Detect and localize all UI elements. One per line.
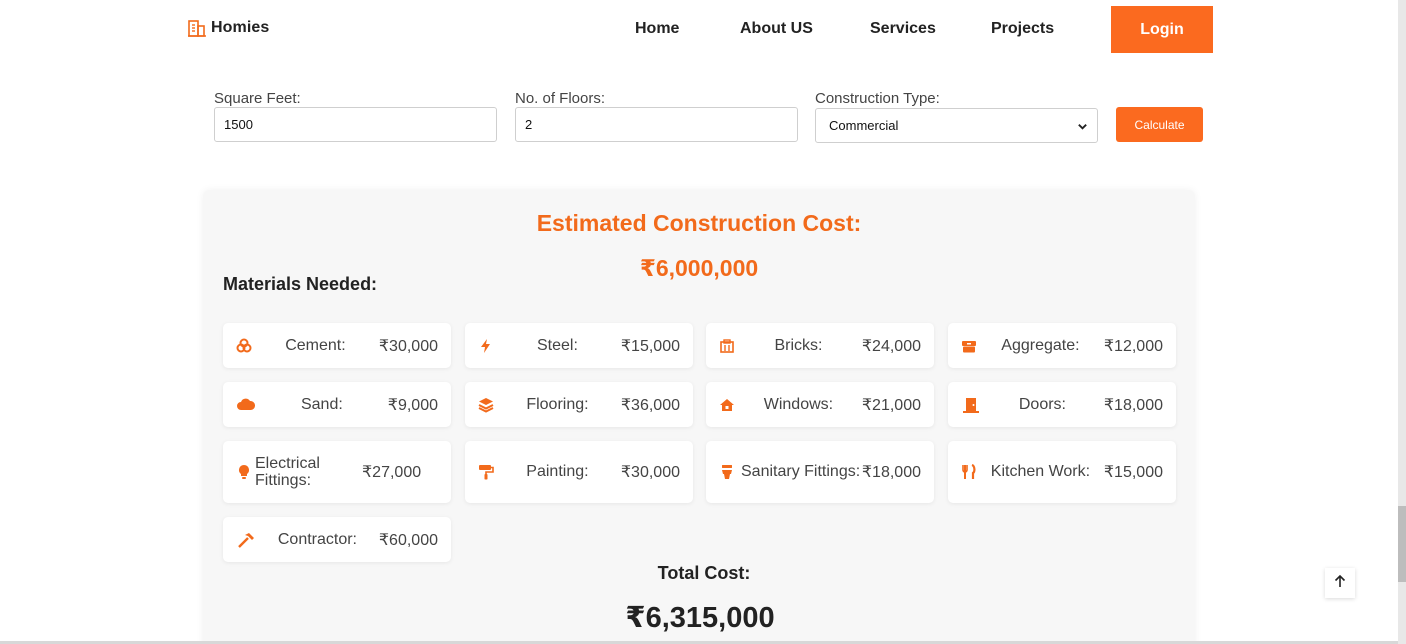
material-card-kitchen-work: Kitchen Work: ₹15,000: [948, 441, 1176, 503]
arrow-up-icon: [1333, 574, 1347, 593]
estimated-cost-title: Estimated Construction Cost:: [536, 210, 862, 236]
material-value: ₹15,000: [620, 337, 680, 355]
brand-name: Homies: [211, 19, 270, 36]
material-label: Sand:: [300, 395, 343, 413]
cubes-icon: [236, 338, 252, 354]
material-label: Aggregate:: [1001, 336, 1080, 354]
navbar: Homies Home About US Services Projects L…: [0, 0, 1398, 58]
page: Homies Home About US Services Projects L…: [0, 0, 1406, 644]
material-value: ₹36,000: [620, 396, 680, 414]
door-icon: [961, 397, 981, 413]
material-value: ₹15,000: [1103, 464, 1163, 481]
square-feet-label: Square Feet:: [214, 90, 301, 107]
material-card-painting: Painting: ₹30,000: [465, 441, 693, 503]
toilet-icon: [719, 464, 735, 480]
material-label: Contractor:: [277, 530, 357, 548]
scroll-to-top-button[interactable]: [1325, 568, 1355, 598]
material-card-contractor: Contractor: ₹60,000: [223, 517, 451, 562]
material-card-steel: Steel: ₹15,000: [465, 323, 693, 368]
material-label: Flooring:: [526, 395, 589, 413]
material-card-flooring: Flooring: ₹36,000: [465, 382, 693, 427]
cloud-icon: [236, 397, 256, 413]
material-label: Doors:: [1018, 395, 1066, 413]
material-card-bricks: Bricks: ₹24,000: [706, 323, 934, 368]
nav-services[interactable]: Services: [870, 20, 936, 38]
layers-icon: [478, 397, 494, 413]
calculate-button[interactable]: Calculate: [1116, 107, 1203, 142]
material-card-cement: Cement: ₹30,000: [223, 323, 451, 368]
box-icon: [961, 338, 977, 354]
material-value: ₹27,000: [362, 464, 422, 481]
login-button[interactable]: Login: [1111, 6, 1213, 53]
material-label: Electrical Fittings:: [255, 455, 320, 489]
nav-home[interactable]: Home: [635, 20, 679, 38]
material-label: Windows:: [763, 395, 834, 413]
material-card-sand: Sand: ₹9,000: [223, 382, 451, 427]
square-feet-value: 1500: [224, 117, 253, 132]
hammer-icon: [236, 532, 256, 548]
building-icon: [719, 338, 735, 354]
material-value: ₹30,000: [378, 337, 438, 355]
house-icon: [719, 397, 735, 413]
paint-roller-icon: [478, 464, 494, 480]
construction-type-value: Commercial: [829, 118, 899, 133]
material-value: ₹30,000: [620, 464, 680, 481]
nav-projects[interactable]: Projects: [991, 20, 1054, 38]
material-card-windows: Windows: ₹21,000: [706, 382, 934, 427]
material-label: Cement:: [285, 336, 346, 354]
materials-title: Materials Needed:: [223, 274, 378, 294]
material-label: Kitchen Work:: [990, 463, 1091, 480]
estimated-cost-value: ₹6,000,000: [639, 255, 759, 281]
material-value: ₹9,000: [387, 396, 438, 414]
nav-about-us[interactable]: About US: [740, 20, 813, 38]
material-label: Sanitary Fittings:: [741, 463, 861, 480]
material-card-aggregate: Aggregate: ₹12,000: [948, 323, 1176, 368]
material-value: ₹21,000: [861, 396, 921, 414]
brand-logo[interactable]: Homies: [187, 18, 269, 38]
material-card-doors: Doors: ₹18,000: [948, 382, 1176, 427]
material-label: Steel:: [536, 336, 578, 354]
material-value: ₹60,000: [378, 531, 438, 549]
bolt-icon: [478, 338, 494, 354]
lightbulb-icon: [236, 464, 252, 480]
utensils-icon: [961, 464, 977, 480]
building-icon: [187, 18, 207, 38]
material-label: Bricks:: [774, 336, 823, 354]
square-feet-input[interactable]: 1500: [214, 107, 497, 142]
material-card-sanitary-fittings: Sanitary Fittings: ₹18,000: [706, 441, 934, 503]
page-scrollbar[interactable]: [1398, 0, 1406, 644]
floors-input[interactable]: 2: [515, 107, 798, 142]
scrollbar-thumb[interactable]: [1398, 506, 1406, 582]
construction-type-select[interactable]: Commercial: [815, 108, 1098, 143]
construction-type-label: Construction Type:: [815, 90, 940, 107]
total-cost-value: ₹6,315,000: [625, 602, 775, 634]
floors-label: No. of Floors:: [515, 90, 606, 107]
material-value: ₹12,000: [1103, 337, 1163, 355]
material-value: ₹18,000: [861, 464, 921, 481]
total-cost-label: Total Cost:: [657, 563, 751, 583]
floors-value: 2: [525, 117, 533, 132]
material-value: ₹24,000: [861, 337, 921, 355]
chevron-down-icon: [1077, 120, 1088, 131]
material-label: Painting:: [526, 463, 589, 480]
material-value: ₹18,000: [1103, 396, 1163, 414]
material-card-electrical-fittings: Electrical Fittings: ₹27,000: [223, 441, 451, 503]
